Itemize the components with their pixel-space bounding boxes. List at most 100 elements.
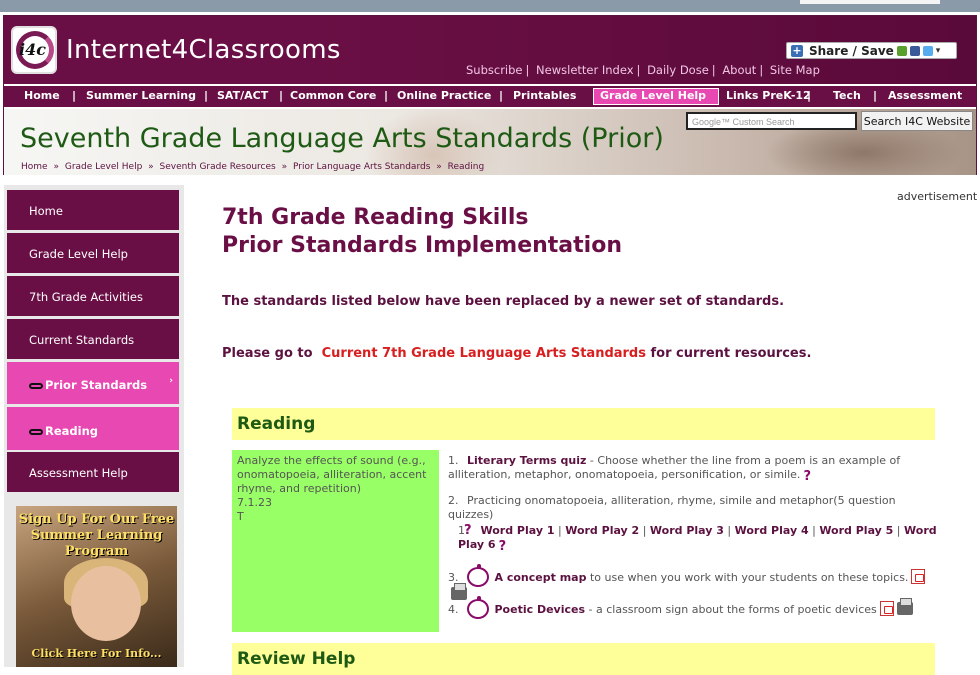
nav-divider: | — [204, 89, 209, 102]
breadcrumb-reading: Reading — [447, 162, 485, 172]
promo-face-shape — [71, 566, 141, 641]
sub-list-number: 1. — [458, 524, 469, 537]
breadcrumb-home[interactable]: Home — [21, 162, 48, 172]
word-play-links: 1. Word Play 1 | Word Play 2 | Word Play… — [458, 524, 937, 554]
question-mark-icon[interactable]: ? — [499, 539, 510, 554]
chevron-down-icon: ▾ — [935, 45, 946, 56]
daily-dose-link[interactable]: Daily Dose — [647, 63, 709, 77]
summer-learning-promo[interactable]: Sign Up For Our Free Summer Learning Pro… — [16, 506, 177, 667]
breadcrumb-separator: » — [53, 162, 59, 172]
word-play-4-link[interactable]: Word Play 4 — [735, 524, 809, 537]
sidebar-item-label: Grade Level Help — [29, 247, 128, 261]
site-map-link[interactable]: Site Map — [770, 63, 820, 77]
sidebar-item-label: Home — [29, 204, 63, 218]
pdf-icon[interactable] — [879, 601, 894, 616]
nav-tech[interactable]: Tech — [833, 89, 861, 102]
printer-icon[interactable] — [896, 598, 913, 615]
word-play-2-link[interactable]: Word Play 2 — [565, 524, 639, 537]
nav-sat-act[interactable]: SAT/ACT — [217, 89, 268, 102]
nav-divider: | — [873, 89, 878, 102]
glasses-icon — [29, 382, 43, 389]
list-number: 2. — [448, 494, 459, 507]
search-input[interactable] — [686, 112, 857, 130]
sidebar-item-label: Prior Standards — [45, 378, 148, 392]
nav-divider: | — [384, 89, 389, 102]
sidebar-item-home[interactable]: Home — [7, 190, 179, 230]
list-item: 1. Literary Terms quiz - Choose whether t… — [448, 454, 918, 484]
nav-grade-level-help[interactable]: Grade Level Help — [600, 89, 706, 102]
chevron-right-icon: › — [169, 376, 173, 386]
standard-code-suffix: T — [237, 510, 244, 523]
standard-description: Analyze the effects of sound (e.g., onom… — [232, 450, 439, 632]
nav-divider: | — [72, 89, 77, 102]
newsletter-index-link[interactable]: Newsletter Index — [536, 63, 633, 77]
sidebar-item-current-standards[interactable]: Current Standards — [7, 319, 179, 359]
nav-online-practice[interactable]: Online Practice — [397, 89, 491, 102]
resource-description: to use when you work with your students … — [589, 571, 909, 584]
nav-links-prek-12[interactable]: Links PreK-12 — [726, 89, 811, 102]
current-standards-link[interactable]: Current 7th Grade Language Arts Standard… — [322, 346, 646, 361]
list-item: 3. A concept map to use when you work wi… — [448, 564, 928, 602]
list-item: 4. Poetic Devices - a classroom sign abo… — [448, 596, 928, 619]
apple-icon — [467, 596, 489, 619]
breadcrumb-prior-standards[interactable]: Prior Language Arts Standards — [293, 162, 430, 172]
question-mark-icon[interactable]: ? — [803, 469, 814, 484]
share-label: Share / Save — [809, 43, 894, 58]
nav-common-core[interactable]: Common Core — [290, 89, 376, 102]
share-plus-icon: + — [791, 43, 803, 57]
top-links: Subscribe | Newsletter Index | Daily Dose |… — [466, 63, 820, 77]
pdf-icon[interactable] — [911, 569, 926, 584]
goto-prefix: Please go to — [222, 346, 313, 361]
section-review-help-header: Review Help — [232, 643, 935, 675]
page-title: Seventh Grade Language Arts Standards (P… — [20, 123, 664, 154]
resource-description: - a classroom sign about the forms of po… — [588, 603, 877, 616]
apple-icon — [467, 564, 489, 587]
word-play-5-link[interactable]: Word Play 5 — [819, 524, 893, 537]
breadcrumb-separator: » — [436, 162, 442, 172]
heading-line-2: Prior Standards Implementation — [222, 233, 622, 258]
replaced-notice: The standards listed below have been rep… — [222, 294, 785, 309]
main-heading: 7th Grade Reading Skills Prior Standards… — [222, 204, 622, 260]
sidebar-item-assessment-help[interactable]: Assessment Help — [7, 452, 179, 492]
sidebar-item-reading[interactable]: Reading — [7, 407, 179, 450]
sidebar-item-label: Reading — [45, 424, 99, 438]
breadcrumb-separator: » — [281, 162, 288, 172]
nav-divider: | — [499, 89, 504, 102]
list-number: 1. — [448, 454, 459, 467]
poetic-devices-link[interactable]: Poetic Devices — [495, 603, 586, 616]
twitter-icon — [922, 45, 933, 56]
about-link[interactable]: About — [722, 63, 756, 77]
share-save-button[interactable]: + Share / Save ▾ — [786, 42, 957, 59]
word-play-3-link[interactable]: Word Play 3 — [650, 524, 724, 537]
site-name[interactable]: Internet4Classrooms — [66, 35, 341, 65]
main-nav: Home | Summer Learning | SAT/ACT | Commo… — [4, 85, 976, 108]
search-button[interactable]: Search I4C Website — [861, 111, 973, 131]
standard-code: 7.1.23 — [237, 496, 272, 509]
sidebar-item-label: Assessment Help — [29, 466, 128, 480]
nav-printables[interactable]: Printables — [513, 89, 576, 102]
nav-divider: | — [279, 89, 284, 102]
breadcrumb-seventh-grade[interactable]: Seventh Grade Resources — [160, 162, 276, 172]
list-number: 4. — [448, 603, 459, 616]
sidebar-item-7th-grade-activities[interactable]: 7th Grade Activities — [7, 276, 179, 316]
subscribe-link[interactable]: Subscribe — [466, 63, 523, 77]
nav-assessment[interactable]: Assessment — [888, 89, 962, 102]
nav-summer-learning[interactable]: Summer Learning — [86, 89, 196, 102]
site-header: i4c Internet4Classrooms Subscribe | Newsl… — [4, 16, 976, 84]
nav-divider: | — [807, 89, 812, 102]
sidebar-item-grade-level-help[interactable]: Grade Level Help — [7, 233, 179, 273]
current-standards-prompt: Please go to Current 7th Grade Language … — [222, 346, 811, 361]
sidebar-item-prior-standards[interactable]: Prior Standards › — [7, 362, 179, 404]
promo-headline: Sign Up For Our Free Summer Learning Pro… — [18, 512, 175, 559]
advertisement-label: advertisement — [897, 190, 978, 203]
promo-cta: Click Here For Info... — [31, 647, 162, 660]
literary-terms-quiz-link[interactable]: Literary Terms quiz — [467, 454, 586, 467]
breadcrumb-grade-level-help[interactable]: Grade Level Help — [65, 162, 142, 172]
word-play-1-link[interactable]: Word Play 1 — [481, 524, 555, 537]
site-logo[interactable]: i4c — [11, 26, 57, 74]
heading-line-1: 7th Grade Reading Skills — [222, 205, 529, 230]
concept-map-link[interactable]: A concept map — [495, 571, 587, 584]
sidebar-item-label: Current Standards — [29, 333, 135, 347]
standard-text: Analyze the effects of sound (e.g., onom… — [237, 454, 427, 495]
nav-home[interactable]: Home — [24, 89, 60, 102]
